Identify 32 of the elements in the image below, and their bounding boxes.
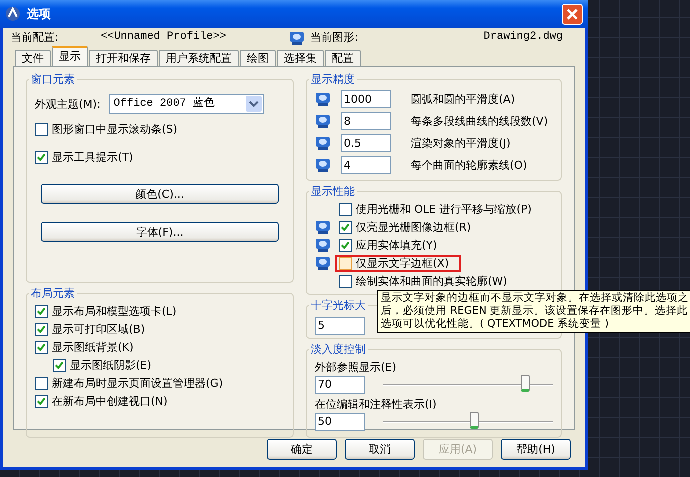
field-label: 每条多段线曲线的线段数(V) [411, 114, 548, 128]
slider-label: 在位编辑和注释性表示(I) [315, 398, 438, 411]
tooltip: 显示文字对象的边框而不显示文字对象。在选择或清除此选项之后，必须使用 REGEN 更新显示。该设置保存在图形中。选择此选项可以优化性能。( QTEXTMODE 系统变量 ) [377, 290, 690, 334]
group-title: 显示精度 [310, 73, 356, 86]
checkbox-label: 仅显示文字边框(X) [356, 256, 450, 270]
checkbox-label: 应用实体填充(Y) [356, 238, 438, 252]
checkbox-label: 显示布局和模型选项卡(L) [52, 304, 177, 318]
group-title: 十字光标大 [310, 299, 367, 313]
drawing-label: 当前图形: [310, 31, 358, 45]
profile-name: <<Unnamed Profile>> [100, 31, 228, 45]
checkbox-label: 图形窗口中显示滚动条(S) [52, 122, 178, 136]
group-title: 布局元素 [30, 287, 76, 300]
group-title: 显示性能 [310, 185, 356, 198]
profile-label: 当前配置: [11, 31, 59, 45]
checkbox-label: 显示图纸阴影(E) [70, 358, 152, 372]
checkbox-label: 显示可打印区域(B) [52, 322, 146, 336]
checkbox-label: 绘制实体和曲面的真实轮廓(W) [356, 274, 508, 288]
window-title: 选项 [27, 6, 51, 22]
checkbox-label: 显示工具提示(T) [52, 150, 134, 164]
field-label: 渲染对象的平滑度(J) [411, 136, 511, 150]
drawing-name: Drawing2.dwg [484, 31, 563, 45]
group-title: 窗口元素 [30, 73, 76, 86]
field-label: 圆弧和圆的平滑度(A) [411, 92, 516, 106]
checkbox-label: 仅亮显光栅图像边框(R) [356, 220, 472, 234]
checkbox-label: 显示图纸背景(K) [52, 340, 134, 354]
field-label: 每个曲面的轮廓素线(O) [411, 158, 528, 172]
checkbox-label: 新建布局时显示页面设置管理器(G) [52, 376, 224, 390]
slider-label: 外部参照显示(E) [315, 360, 398, 374]
checkbox-label: 使用光栅和 OLE 进行平移与缩放(P) [356, 202, 532, 216]
group-title: 淡入度控制 [310, 343, 367, 357]
checkbox-label: 在新布局中创建视口(N) [52, 394, 168, 408]
field-label: 外观主题(M): [35, 98, 101, 111]
